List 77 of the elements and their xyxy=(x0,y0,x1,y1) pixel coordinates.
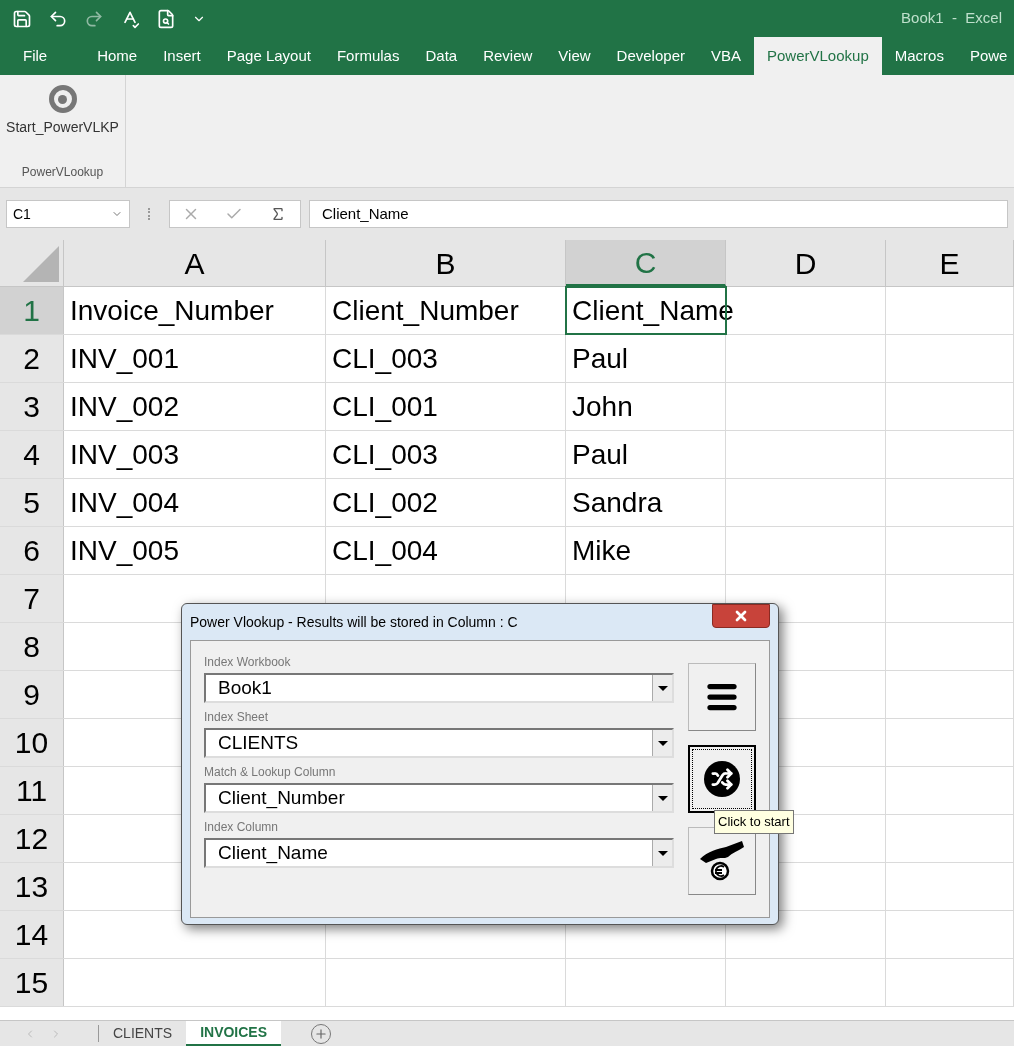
column-header[interactable]: A xyxy=(64,240,326,286)
field-label: Match & Lookup Column xyxy=(204,764,337,781)
ribbon-tab[interactable]: PowerVLookup xyxy=(754,37,882,75)
cell-text: INV_004 xyxy=(70,485,179,520)
cell-text: CLI_003 xyxy=(332,437,438,472)
window-title: Book1 - Excel xyxy=(901,8,1002,29)
sheet-tab[interactable]: INVOICES xyxy=(186,1021,282,1046)
row-header[interactable]: 9 xyxy=(0,671,64,718)
shuffle-button[interactable] xyxy=(688,745,756,813)
cell-text: Invoice_Number xyxy=(70,293,274,328)
dialog-title: Power Vlookup - Results will be stored in Column : C xyxy=(190,612,518,632)
ribbon-tab[interactable]: File xyxy=(10,37,61,75)
ribbon-tab[interactable]: Powe xyxy=(956,37,1014,75)
name-box[interactable]: C1 xyxy=(6,200,130,228)
target-icon xyxy=(48,85,77,113)
row-header[interactable]: 7 xyxy=(0,575,64,622)
cell-text: Paul xyxy=(572,341,629,376)
coin-button[interactable] xyxy=(688,827,756,895)
cell-text: Paul xyxy=(572,437,629,472)
tooltip: Click to start xyxy=(714,810,794,834)
row-header[interactable]: 12 xyxy=(0,815,64,862)
field-label: Index Column xyxy=(204,819,280,836)
dropdown-field[interactable]: Client_Name xyxy=(204,838,674,868)
field-label: Index Workbook xyxy=(204,654,292,671)
grip-icon xyxy=(148,208,151,220)
cell-text: CLI_001 xyxy=(332,389,438,424)
row-header[interactable]: 13 xyxy=(0,863,64,910)
sheet-tab[interactable]: CLIENTS xyxy=(99,1021,187,1046)
ribbon-tab[interactable]: Insert xyxy=(150,37,214,75)
cell-text: INV_002 xyxy=(70,389,179,424)
cell-text: CLI_002 xyxy=(332,485,438,520)
row-header[interactable]: 15 xyxy=(0,959,64,1006)
cell-text: INV_001 xyxy=(70,341,179,376)
ribbon-tab[interactable]: Macros xyxy=(881,37,957,75)
shuffle-icon xyxy=(704,761,740,797)
row-header[interactable]: 6 xyxy=(0,527,64,574)
ribbon-tab[interactable]: Review xyxy=(470,37,546,75)
ribbon-tab[interactable]: Data xyxy=(412,37,471,75)
undo-icon[interactable] xyxy=(48,8,68,29)
row-header[interactable]: 5 xyxy=(0,479,64,526)
cell-text: CLI_004 xyxy=(332,533,438,568)
ribbon-tab[interactable]: Page Layout xyxy=(213,37,324,75)
cell-text: Sandra xyxy=(572,485,663,520)
ribbon-tab[interactable]: Home xyxy=(84,37,151,75)
ribbon-tab[interactable]: Developer xyxy=(603,37,698,75)
dropdown-field[interactable]: CLIENTS xyxy=(204,728,674,758)
column-header[interactable]: C xyxy=(566,240,726,286)
row-header[interactable]: 11 xyxy=(0,767,64,814)
cell-text: INV_003 xyxy=(70,437,179,472)
close-button[interactable] xyxy=(712,604,770,628)
row-header[interactable]: 4 xyxy=(0,431,64,478)
cell-text: INV_005 xyxy=(70,533,179,568)
ribbon-tab[interactable]: VBA xyxy=(697,37,754,75)
ribbon-group-label: PowerVLookup xyxy=(21,164,104,181)
row-header[interactable]: 10 xyxy=(0,719,64,766)
cell-text: Client_Number xyxy=(332,293,519,328)
field-label: Index Sheet xyxy=(204,709,270,726)
formula-input[interactable]: Client_Name xyxy=(309,200,1008,228)
cell-text: Mike xyxy=(572,533,632,568)
ribbon-tab[interactable]: View xyxy=(545,37,604,75)
row-header[interactable]: 8 xyxy=(0,623,64,670)
row-header[interactable]: 2 xyxy=(0,335,64,382)
start-powervlkp-button[interactable]: Start_PowerVLKP xyxy=(4,85,121,138)
cell-text: John xyxy=(572,389,633,424)
row-header[interactable]: 14 xyxy=(0,911,64,958)
dropdown-field[interactable]: Book1 xyxy=(204,673,674,703)
cell-text: CLI_003 xyxy=(332,341,438,376)
document-icon[interactable] xyxy=(156,8,176,29)
dropdown-field[interactable]: Client_Number xyxy=(204,783,674,813)
column-header[interactable]: E xyxy=(886,240,1014,286)
save-icon[interactable] xyxy=(12,8,32,29)
close-icon xyxy=(733,608,749,624)
menu-button[interactable] xyxy=(688,663,756,731)
column-header[interactable]: D xyxy=(726,240,886,286)
row-header[interactable]: 3 xyxy=(0,383,64,430)
ribbon-tab[interactable]: Formulas xyxy=(323,37,413,75)
row-header[interactable]: 1 xyxy=(0,287,64,334)
